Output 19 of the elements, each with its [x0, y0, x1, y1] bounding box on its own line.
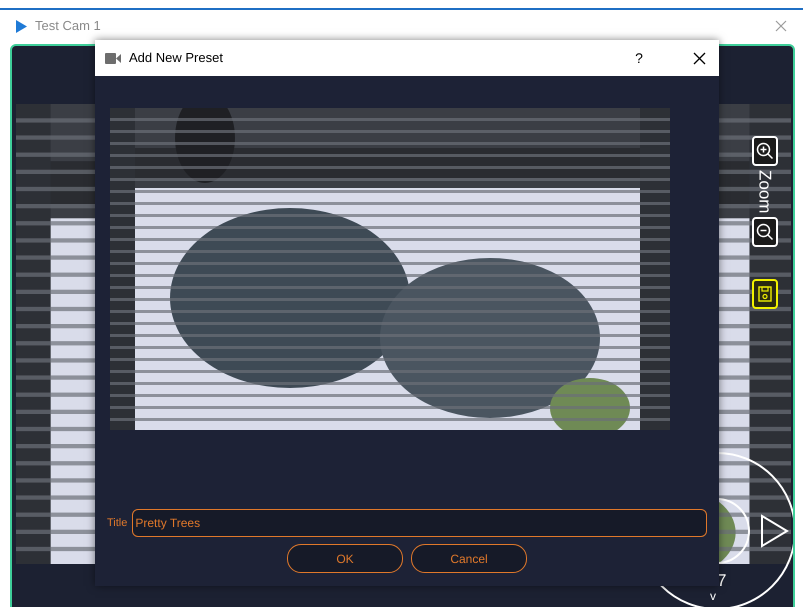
- window-title: Test Cam 1: [35, 17, 101, 36]
- play-icon: [16, 20, 27, 32]
- close-icon: [775, 20, 787, 32]
- title-field[interactable]: Pretty Trees: [132, 509, 707, 537]
- ok-button[interactable]: OK: [287, 544, 403, 573]
- close-icon: [692, 52, 706, 64]
- zoom-out-button[interactable]: [752, 217, 778, 248]
- dialog-title: Add New Preset: [129, 49, 223, 68]
- pan-label: 7: [717, 572, 726, 589]
- zoom-out-icon: [756, 223, 774, 242]
- tilt-down-label: v: [710, 590, 716, 602]
- zoom-label: Zoom: [756, 170, 774, 214]
- zoom-in-button[interactable]: [752, 136, 778, 166]
- cancel-button[interactable]: Cancel: [411, 544, 527, 573]
- title-label: Title: [107, 516, 128, 531]
- save-button[interactable]: [752, 279, 778, 310]
- video-camera-icon: [105, 52, 121, 64]
- help-button[interactable]: ?: [629, 48, 649, 68]
- zoom-in-icon: [756, 142, 774, 160]
